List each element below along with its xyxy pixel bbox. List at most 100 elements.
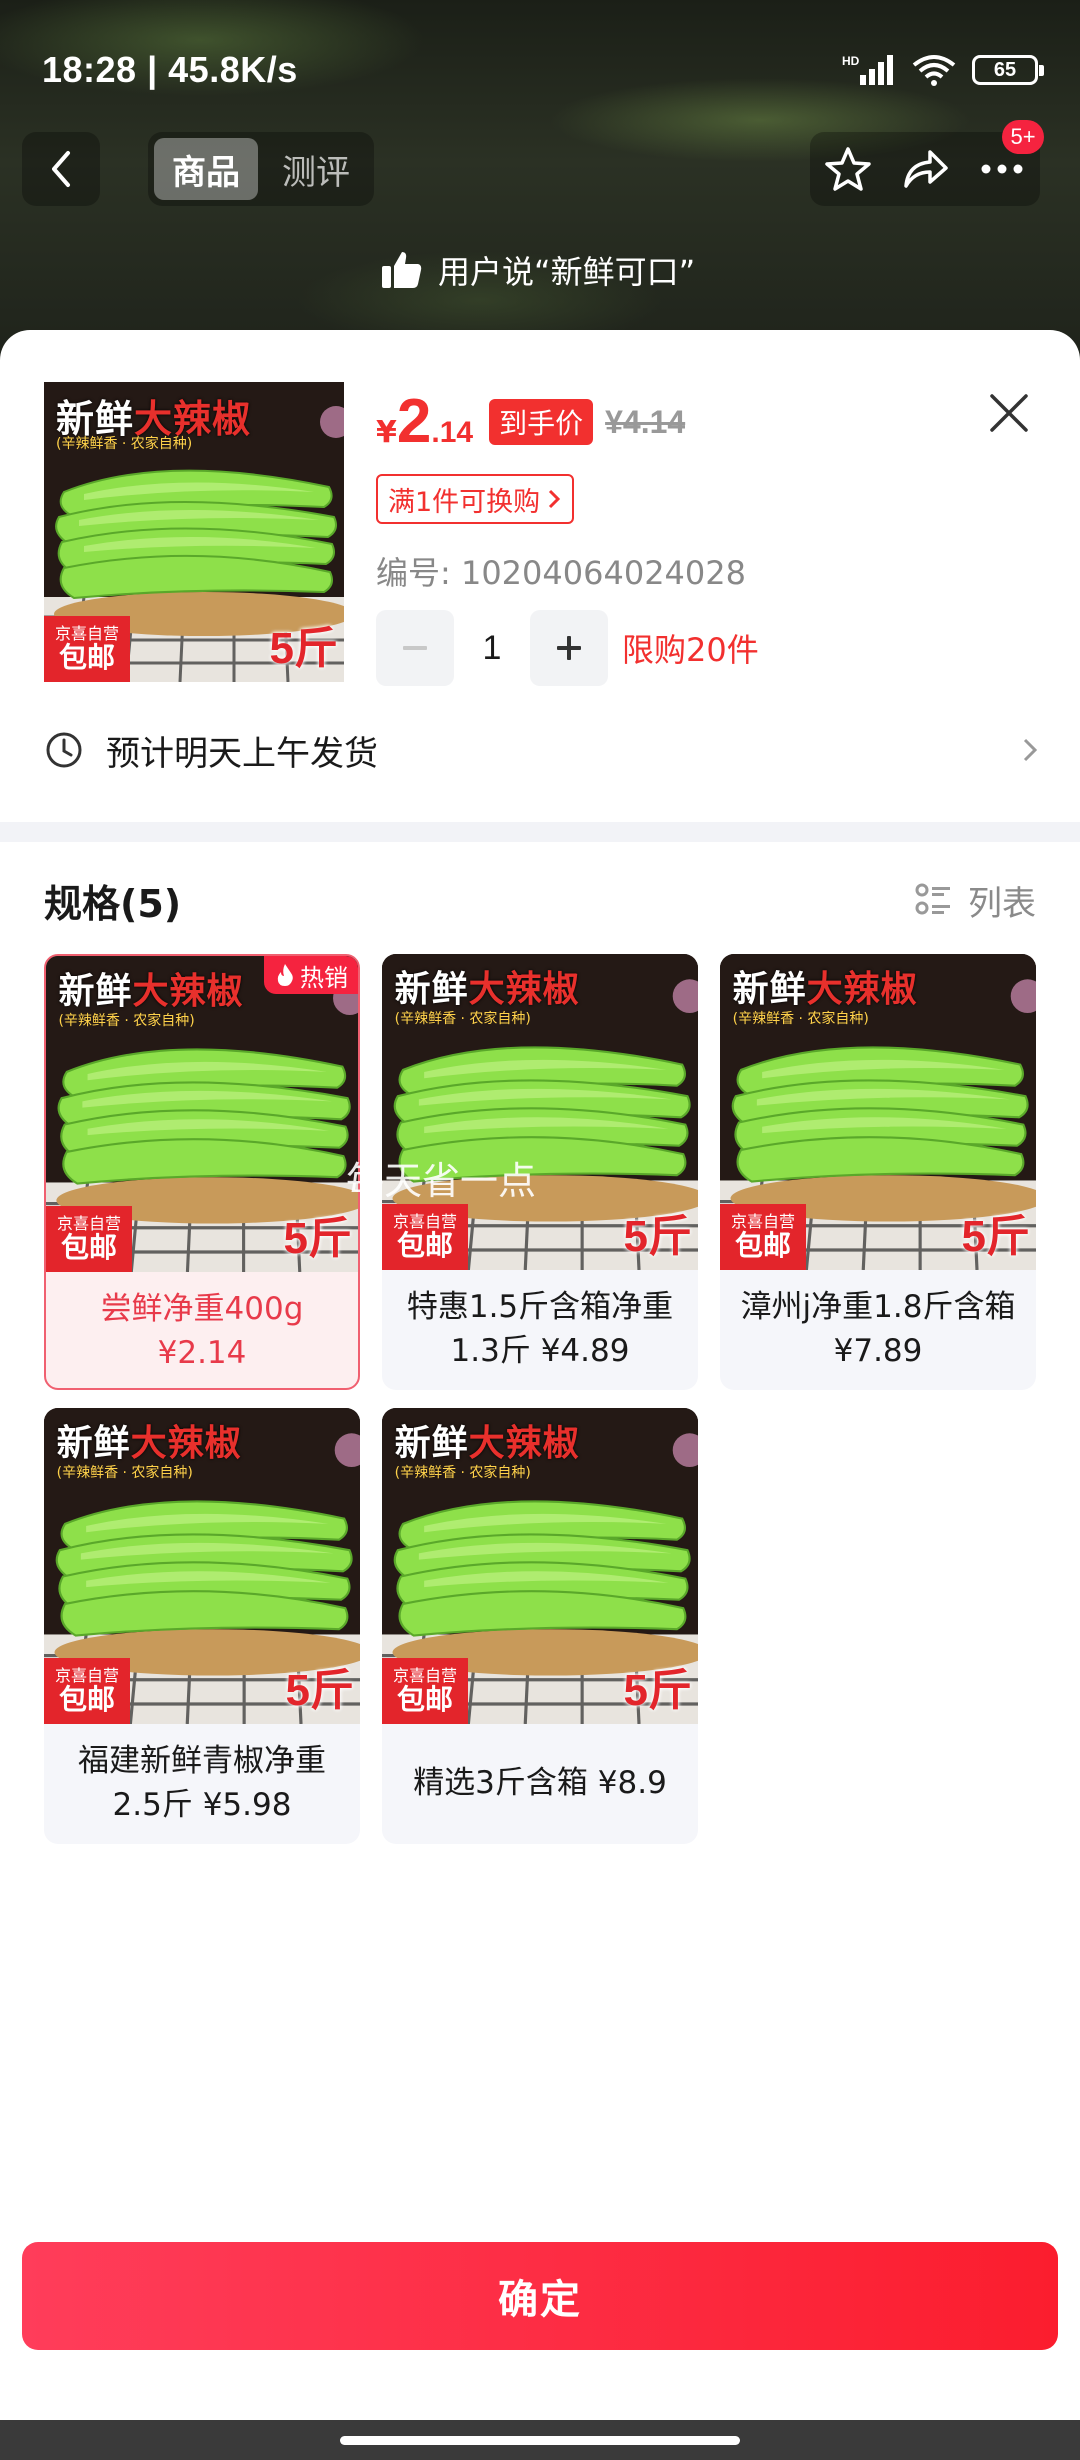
tab-product[interactable]: 商品 (154, 138, 258, 200)
image-title-a: 新鲜 (394, 969, 469, 1011)
trade-in-promo[interactable]: 满1件可换购 (376, 474, 575, 524)
image-title-b: 大辣椒 (468, 1423, 580, 1465)
quantity-value[interactable]: 1 (454, 629, 530, 668)
image-title-b: 大辣椒 (132, 971, 244, 1013)
spec-price: 2.5斤 ¥5.98 (112, 1787, 292, 1823)
image-weight: 5斤 (961, 1212, 1030, 1261)
sku-number: 编号: 10204064024028 (376, 554, 746, 592)
share-icon[interactable] (900, 144, 950, 194)
gesture-bar (0, 2420, 1080, 2460)
thumbs-up-icon (382, 252, 422, 288)
image-subtitle: (辛辣鲜香 · 农家自种) (56, 1464, 193, 1481)
quantity-stepper: 1 限购20件 (376, 610, 759, 686)
image-title-a: 新鲜 (394, 1423, 469, 1465)
spec-name: 漳州j净重1.8斤含箱 (740, 1289, 1016, 1325)
image-tag: 京喜自营 包邮 (382, 1658, 468, 1724)
image-weight: 5斤 (269, 624, 338, 673)
spec-name: 精选3斤含箱 ¥8.9 (413, 1765, 667, 1801)
spec-image: 新鲜大辣椒 (辛辣鲜香 · 农家自种) 京喜自营 包邮 5斤 (46, 956, 358, 1272)
decrease-button[interactable] (376, 610, 454, 686)
image-title: 新鲜大辣椒 (395, 1414, 580, 1466)
promo-label: 满1件可换购 (388, 486, 541, 518)
chevron-right-icon (1023, 738, 1038, 762)
list-view-toggle[interactable]: 列表 (914, 876, 1036, 925)
shipping-estimate[interactable]: 预计明天上午发货 (44, 710, 1040, 790)
image-title-a: 新鲜 (58, 971, 133, 1013)
image-subtitle: (辛辣鲜香 · 农家自种) (732, 1010, 869, 1027)
final-price-tag: 到手价 (489, 399, 594, 445)
chevron-right-icon (549, 489, 561, 509)
price-symbol: ¥ (376, 415, 397, 450)
spec-image: 新鲜大辣椒 (辛辣鲜香 · 农家自种) 京喜自营 包邮 5斤 (720, 954, 1036, 1270)
image-tag-big: 包邮 (60, 1230, 117, 1264)
minus-icon (403, 646, 427, 650)
image-tag-big: 包邮 (58, 1682, 115, 1716)
spec-name: 尝鲜净重400g (100, 1291, 304, 1327)
close-icon[interactable] (984, 388, 1034, 438)
product-header: 新鲜大辣椒 (辛辣鲜香 · 农家自种) 京喜自营 包邮 5斤 ¥ 2 .14 到手… (44, 382, 1040, 686)
home-indicator[interactable] (340, 2436, 740, 2445)
section-divider (0, 822, 1080, 842)
status-bar: 18:28 | 45.8K/s HD 65 (42, 40, 1044, 100)
nav-tabs: 商品 测评 (148, 132, 374, 206)
price-row: ¥ 2 .14 到手价 ¥4.14 (376, 386, 685, 466)
spec-option[interactable]: 新鲜大辣椒 (辛辣鲜香 · 农家自种) 京喜自营 包邮 5斤 漳州j净重1.8斤含… (720, 954, 1036, 1390)
image-title-b: 大辣椒 (806, 969, 918, 1011)
spec-price: ¥7.89 (833, 1333, 923, 1369)
image-tag-big: 包邮 (58, 640, 115, 674)
review-highlight: 用户说“新鲜可口” (380, 245, 695, 295)
svg-text:HD: HD (842, 54, 860, 68)
spec-price: 1.3斤 ¥4.89 (450, 1333, 630, 1369)
price-decimal: .14 (431, 416, 474, 449)
image-tag-big: 包邮 (396, 1682, 453, 1716)
hot-sale-badge: 热销 (264, 956, 358, 994)
battery-icon: 65 (972, 55, 1044, 85)
image-subtitle: (辛辣鲜香 · 农家自种) (394, 1464, 531, 1481)
original-price: ¥4.14 (605, 403, 686, 440)
image-title: 新鲜大辣椒 (57, 1414, 242, 1466)
image-title: 新鲜大辣椒 (395, 960, 580, 1012)
image-title-a: 新鲜 (732, 969, 807, 1011)
review-quote: 用户说“新鲜可口” (438, 253, 696, 291)
spec-price: ¥2.14 (157, 1335, 247, 1371)
image-weight: 5斤 (623, 1212, 692, 1261)
spec-name: 特惠1.5斤含箱净重 (406, 1289, 674, 1325)
spec-option[interactable]: 热销 新鲜大辣椒 (辛辣鲜香 · 农家自种) 京喜自营 包邮 5斤 尝鲜净重40… (44, 954, 360, 1390)
shipping-text: 预计明天上午发货 (106, 733, 378, 774)
back-button[interactable] (22, 132, 100, 206)
message-badge: 5+ (1002, 120, 1044, 154)
watermark-text: 每天省一点 (346, 1159, 537, 1203)
star-icon[interactable] (823, 144, 873, 194)
image-weight: 5斤 (285, 1666, 354, 1715)
chevron-left-icon (52, 151, 70, 187)
tab-review[interactable]: 测评 (264, 138, 368, 200)
plus-icon (557, 636, 581, 660)
confirm-button[interactable]: 确定 (22, 2242, 1058, 2350)
spec-image: 新鲜大辣椒 (辛辣鲜香 · 农家自种) 京喜自营 包邮 5斤 (382, 1408, 698, 1724)
image-title: 新鲜大辣椒 (58, 962, 243, 1014)
product-image: 新鲜大辣椒 (辛辣鲜香 · 农家自种) 京喜自营 包邮 5斤 (44, 382, 344, 682)
wifi-icon (912, 55, 956, 86)
image-subtitle: (辛辣鲜香 · 农家自种) (394, 1010, 531, 1027)
image-weight: 5斤 (283, 1214, 352, 1263)
image-tag-big: 包邮 (396, 1228, 453, 1262)
spec-name: 福建新鲜青椒净重 (78, 1743, 326, 1779)
image-title-a: 新鲜 (56, 1423, 131, 1465)
image-tag: 京喜自营 包邮 (720, 1204, 806, 1270)
spec-option[interactable]: 新鲜大辣椒 (辛辣鲜香 · 农家自种) 京喜自营 包邮 5斤 精选3斤含箱 ¥8.… (382, 1408, 698, 1844)
spec-option[interactable]: 新鲜大辣椒 (辛辣鲜香 · 农家自种) 京喜自营 包邮 5斤 福建新鲜青椒净重 2.… (44, 1408, 360, 1844)
hot-sale-label: 热销 (300, 963, 348, 992)
top-nav: 商品 测评 5+ (22, 120, 1058, 206)
product-thumbnail[interactable]: 新鲜大辣椒 (辛辣鲜香 · 农家自种) 京喜自营 包邮 5斤 (44, 382, 344, 682)
image-tag: 京喜自营 包邮 (382, 1204, 468, 1270)
image-tag-big: 包邮 (734, 1228, 791, 1262)
list-icon (915, 883, 950, 915)
image-title: 新鲜大辣椒 (733, 960, 918, 1012)
spec-image: 新鲜大辣椒 (辛辣鲜香 · 农家自种) 京喜自营 包邮 5斤 (382, 954, 698, 1270)
list-toggle-label: 列表 (968, 883, 1036, 924)
spec-image: 新鲜大辣椒 (辛辣鲜香 · 农家自种) 京喜自营 包邮 5斤 (44, 1408, 360, 1724)
image-tag: 京喜自营 包邮 (44, 616, 130, 682)
image-title-b: 大辣椒 (130, 1423, 242, 1465)
increase-button[interactable] (530, 610, 608, 686)
image-subtitle: (辛辣鲜香 · 农家自种) (58, 1012, 195, 1029)
